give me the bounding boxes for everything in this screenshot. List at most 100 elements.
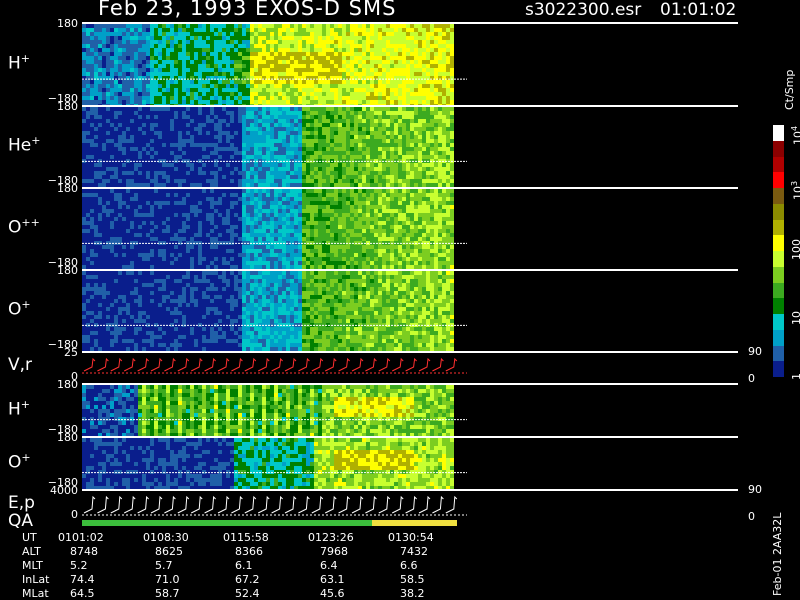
heat-cell xyxy=(410,123,414,127)
heat-cell xyxy=(114,225,118,229)
heat-cell xyxy=(210,52,214,56)
heat-cell xyxy=(222,115,226,119)
heat-cell xyxy=(98,96,102,100)
heat-cell xyxy=(126,44,130,48)
heat-cell xyxy=(318,179,322,183)
heat-cell xyxy=(186,131,190,135)
heat-cell xyxy=(114,131,118,135)
heat-cell xyxy=(310,115,314,119)
heat-cell xyxy=(238,111,242,115)
heat-cell xyxy=(338,96,342,100)
heat-cell xyxy=(94,135,98,139)
heat-cell xyxy=(174,115,178,119)
heat-cell xyxy=(274,233,278,237)
heat-cell xyxy=(190,131,194,135)
heat-cell xyxy=(238,100,242,104)
heat-cell xyxy=(254,147,258,151)
heat-cell xyxy=(402,24,406,28)
heat-cell xyxy=(234,131,238,135)
heat-cell xyxy=(274,52,278,56)
heat-cell xyxy=(426,88,430,92)
heat-cell xyxy=(270,205,274,209)
heat-cell xyxy=(374,119,378,123)
heat-cell xyxy=(186,171,190,175)
heat-cell xyxy=(450,44,454,48)
heat-cell xyxy=(266,193,270,197)
heat-cell xyxy=(138,100,142,104)
heat-cell xyxy=(290,225,294,229)
heat-cell xyxy=(98,24,102,28)
heat-cell xyxy=(310,205,314,209)
heat-cell xyxy=(82,197,86,201)
heat-cell xyxy=(426,175,430,179)
heat-cell xyxy=(302,60,306,64)
heat-cell xyxy=(318,44,322,48)
heat-cell xyxy=(166,107,170,111)
heat-cell xyxy=(334,68,338,72)
heat-cell xyxy=(246,40,250,44)
heat-cell xyxy=(318,119,322,123)
heat-cell xyxy=(118,32,122,36)
heat-cell xyxy=(398,171,402,175)
heat-cell xyxy=(302,205,306,209)
heat-cell xyxy=(330,68,334,72)
heat-cell xyxy=(390,72,394,76)
heat-cell xyxy=(146,56,150,60)
heat-cell xyxy=(98,179,102,183)
heat-cell xyxy=(234,115,238,119)
heat-cell xyxy=(138,123,142,127)
heat-cell xyxy=(254,48,258,52)
heat-cell xyxy=(198,179,202,183)
heat-cell xyxy=(406,131,410,135)
heat-cell xyxy=(430,163,434,167)
heat-cell xyxy=(98,225,102,229)
heat-cell xyxy=(82,147,86,151)
heat-cell xyxy=(314,100,318,104)
heat-cell xyxy=(174,193,178,197)
heat-cell xyxy=(342,127,346,131)
heat-cell xyxy=(298,84,302,88)
heat-cell xyxy=(182,44,186,48)
heat-cell xyxy=(350,100,354,104)
heat-cell xyxy=(194,209,198,213)
heat-cell xyxy=(302,127,306,131)
heat-cell xyxy=(142,24,146,28)
heat-cell xyxy=(414,179,418,183)
heat-cell xyxy=(126,115,130,119)
heat-cell xyxy=(286,257,290,261)
heat-cell xyxy=(386,151,390,155)
heat-cell xyxy=(86,189,90,193)
heat-cell xyxy=(358,48,362,52)
heat-cell xyxy=(342,40,346,44)
heat-cell xyxy=(398,32,402,36)
heat-cell xyxy=(134,96,138,100)
heat-cell xyxy=(146,60,150,64)
heat-cell xyxy=(198,119,202,123)
heat-cell xyxy=(98,127,102,131)
heat-cell xyxy=(342,88,346,92)
heat-cell xyxy=(358,24,362,28)
heat-cell xyxy=(218,171,222,175)
heat-cell xyxy=(258,171,262,175)
heat-cell xyxy=(194,127,198,131)
heat-cell xyxy=(162,28,166,32)
heat-cell xyxy=(290,155,294,159)
heat-cell xyxy=(354,96,358,100)
heat-cell xyxy=(122,40,126,44)
heat-cell xyxy=(398,80,402,84)
heat-cell xyxy=(218,179,222,183)
heat-cell xyxy=(282,147,286,151)
heat-cell xyxy=(322,163,326,167)
heat-cell xyxy=(210,253,214,257)
heat-cell xyxy=(266,209,270,213)
heat-cell xyxy=(278,36,282,40)
heat-cell xyxy=(242,36,246,40)
heat-cell xyxy=(134,123,138,127)
heat-cell xyxy=(386,115,390,119)
heat-cell xyxy=(194,233,198,237)
heat-cell xyxy=(174,217,178,221)
heat-cell xyxy=(194,171,198,175)
heat-cell xyxy=(398,139,402,143)
heat-cell xyxy=(110,60,114,64)
heat-cell xyxy=(86,84,90,88)
